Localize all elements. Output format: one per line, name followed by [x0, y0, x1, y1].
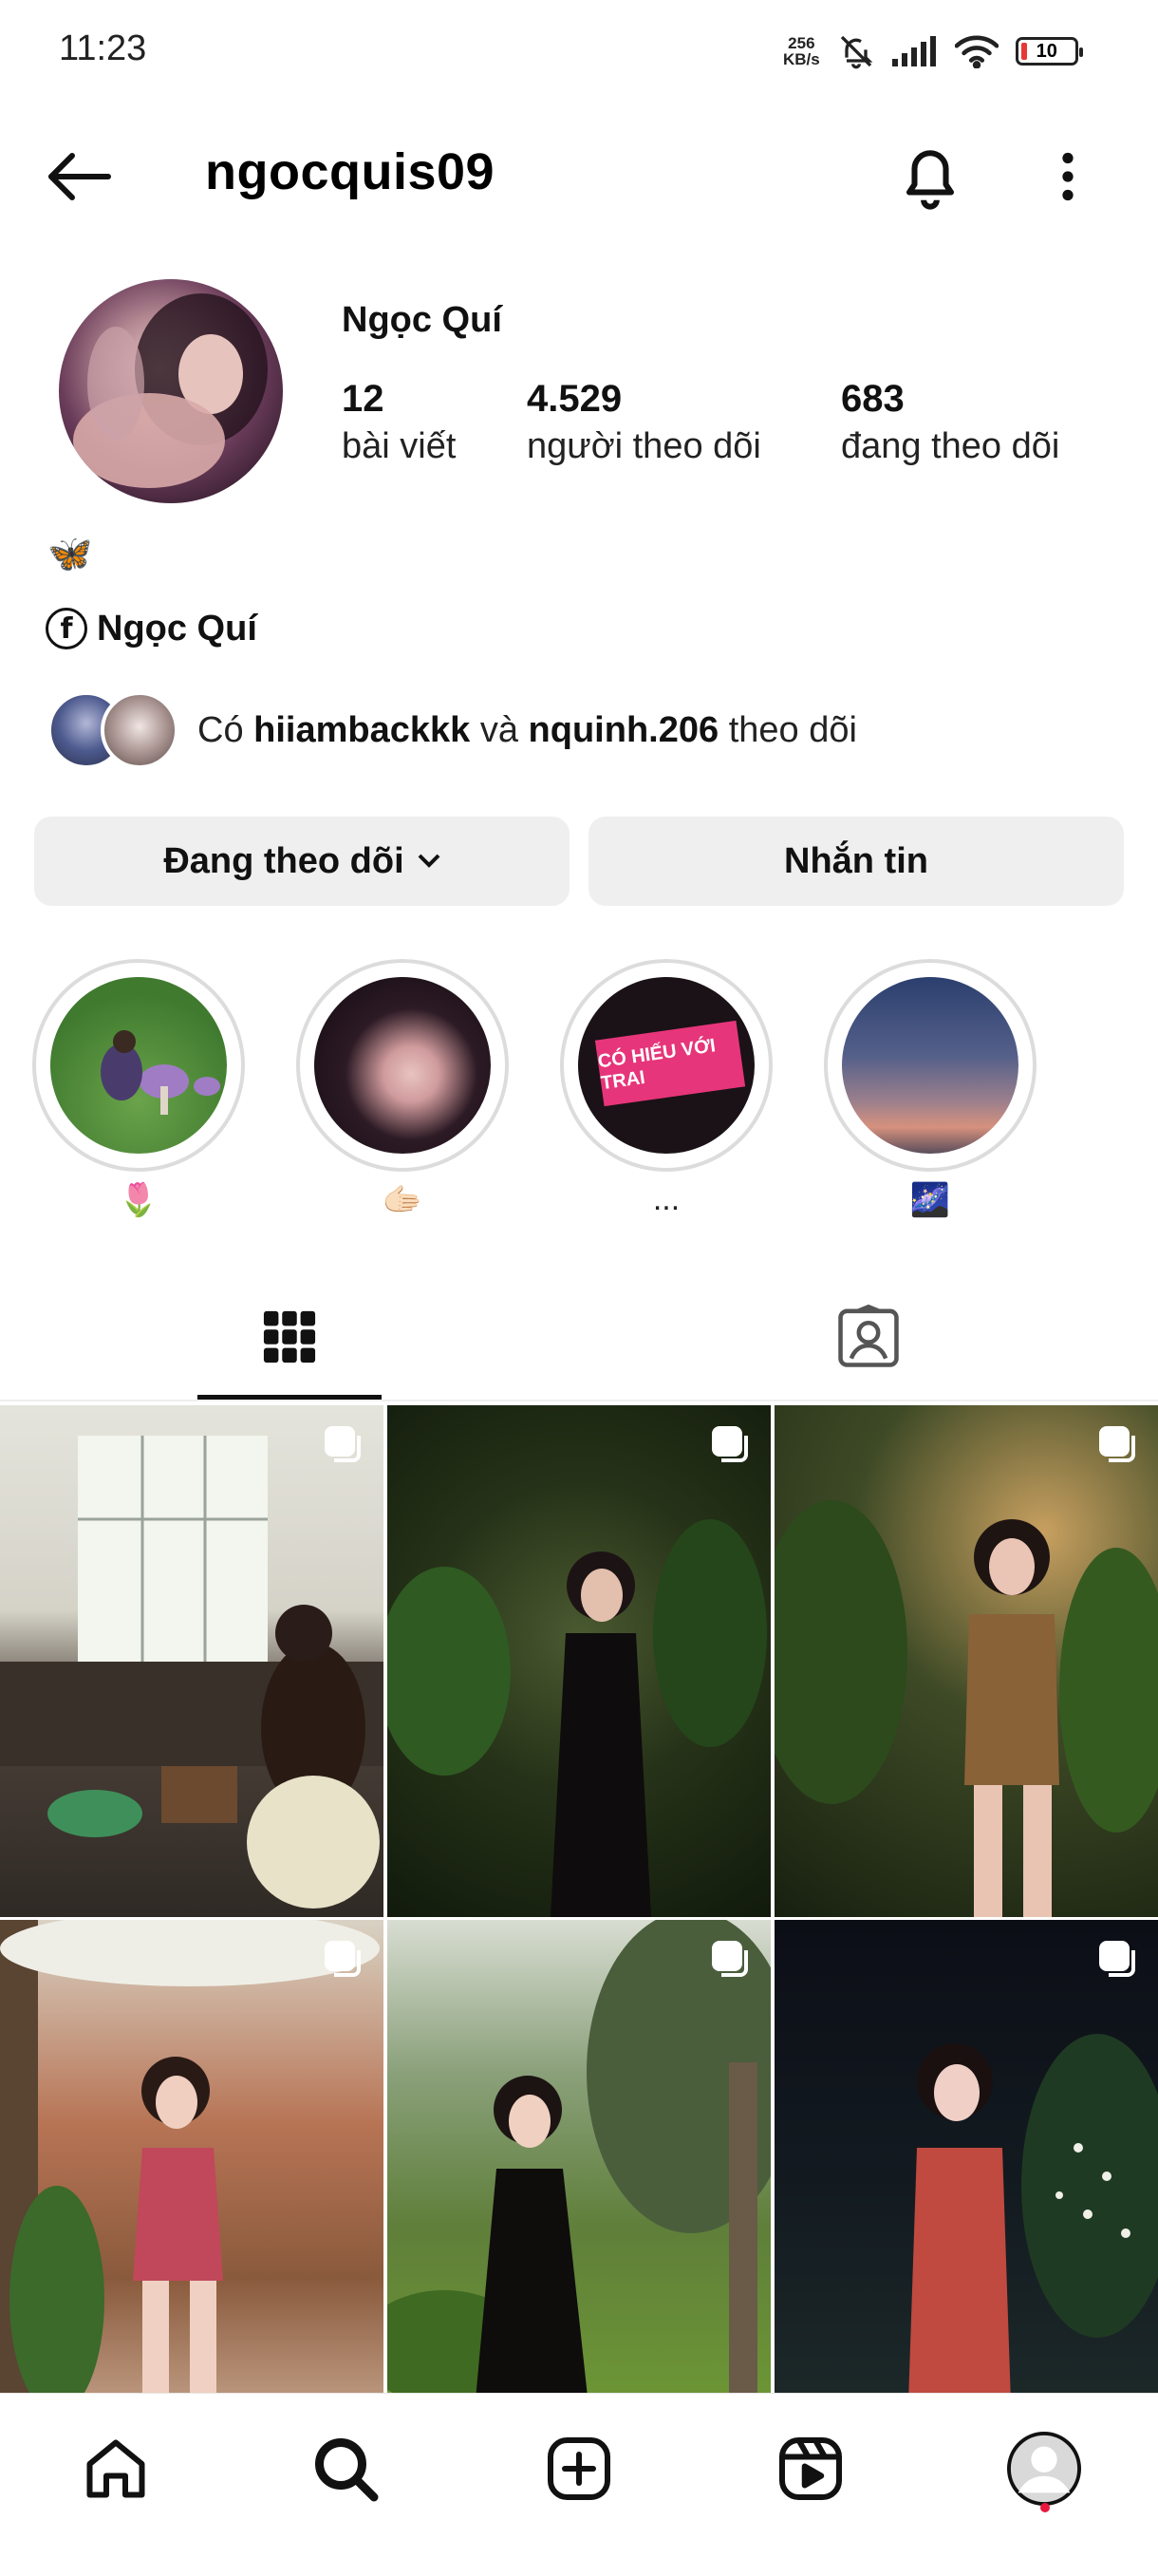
- post-tile-3[interactable]: [775, 1405, 1158, 1917]
- stat-following[interactable]: 683 đang theo dõi: [841, 378, 1059, 467]
- status-icons: 256 KB/s 10: [783, 32, 1083, 70]
- highlight-1-cover: [50, 977, 227, 1154]
- arrow-left-icon: [48, 153, 111, 200]
- tab-posts-grid[interactable]: [237, 1297, 342, 1377]
- home-icon: [86, 2439, 145, 2498]
- highlight-2-label: 🫱🏻: [382, 1182, 423, 1218]
- chevron-down-icon: [418, 854, 440, 868]
- followed-by-user-2[interactable]: nquinh.206: [529, 710, 719, 750]
- profile-avatar-icon: [1007, 2432, 1081, 2506]
- more-options-button[interactable]: [1044, 142, 1092, 211]
- net-speed-unit: KB/s: [783, 50, 820, 68]
- back-button[interactable]: [42, 142, 118, 211]
- create-plus-icon: [548, 2437, 610, 2500]
- wifi-icon: [954, 35, 999, 68]
- highlight-1[interactable]: [32, 959, 245, 1172]
- multi-post-icon: [325, 1426, 361, 1462]
- post-tile-4[interactable]: [0, 1920, 383, 2432]
- highlight-3-cover: CÓ HIẾU VỚI TRAI: [578, 977, 755, 1154]
- signal-icon: [891, 36, 936, 66]
- following-button-label: Đang theo dõi: [163, 840, 404, 881]
- highlight-1-label: 🌷: [118, 1182, 159, 1218]
- post-tile-1[interactable]: [0, 1405, 383, 1917]
- nav-reels[interactable]: [773, 2431, 849, 2507]
- highlight-4[interactable]: [824, 959, 1037, 1172]
- multi-post-icon: [1099, 1426, 1135, 1462]
- stat-following-label: đang theo dõi: [841, 426, 1060, 466]
- profile-avatar[interactable]: [59, 279, 283, 503]
- bio-emoji: 🦋: [47, 535, 93, 574]
- stat-posts-label: bài viết: [342, 426, 457, 466]
- facebook-name: Ngọc Quí: [97, 608, 257, 649]
- facebook-icon: f: [46, 608, 87, 649]
- display-name: Ngọc Quí: [342, 300, 502, 340]
- reels-icon: [779, 2437, 842, 2500]
- profile-username: ngocquis09: [205, 143, 495, 200]
- net-speed: 256 KB/s: [783, 35, 820, 67]
- search-icon: [315, 2438, 379, 2502]
- grid-icon: [263, 1310, 316, 1363]
- stat-following-value: 683: [841, 378, 905, 420]
- followed-by-user-1[interactable]: hiiambackkk: [253, 710, 470, 750]
- nav-home[interactable]: [78, 2431, 154, 2507]
- multi-post-icon: [325, 1941, 361, 1977]
- tab-tagged[interactable]: [816, 1297, 921, 1377]
- highlight-3-sign-text: CÓ HIẾU VỚI TRAI: [596, 1035, 718, 1095]
- active-tab-indicator: [197, 1395, 382, 1400]
- battery-icon: 10: [1015, 37, 1083, 66]
- stat-posts-value: 12: [342, 378, 384, 420]
- highlight-2[interactable]: [296, 959, 509, 1172]
- post-tile-5[interactable]: [387, 1920, 771, 2432]
- followed-by-conj: và: [479, 709, 518, 750]
- highlight-4-label: 🌌: [909, 1182, 951, 1218]
- stat-followers[interactable]: 4.529 người theo dõi: [527, 378, 761, 467]
- nav-search[interactable]: [308, 2431, 383, 2507]
- nav-profile[interactable]: [1006, 2431, 1082, 2507]
- more-vertical-icon: [1062, 152, 1074, 201]
- following-button[interactable]: Đang theo dõi: [34, 817, 570, 906]
- notification-dot: [1040, 2503, 1050, 2512]
- status-time: 11:23: [59, 28, 147, 68]
- follower-avatar-2: [101, 691, 178, 769]
- multi-post-icon: [1099, 1941, 1135, 1977]
- stat-followers-value: 4.529: [527, 378, 623, 420]
- highlight-3[interactable]: CÓ HIẾU VỚI TRAI: [560, 959, 773, 1172]
- tab-divider: [0, 1400, 1158, 1401]
- message-button[interactable]: Nhắn tin: [588, 817, 1124, 906]
- multi-post-icon: [712, 1941, 748, 1977]
- stat-followers-label: người theo dõi: [527, 426, 761, 466]
- highlight-4-cover: [842, 977, 1018, 1154]
- stat-posts[interactable]: 12 bài viết: [342, 378, 456, 467]
- followed-by-prefix: Có: [197, 709, 244, 750]
- bell-muted-icon: [840, 35, 873, 69]
- followed-by-text: Có hiiambackkk và nquinh.206 theo dõi: [197, 710, 857, 751]
- notifications-button[interactable]: [894, 139, 966, 215]
- message-button-label: Nhắn tin: [784, 840, 928, 881]
- post-tile-2[interactable]: [387, 1405, 771, 1917]
- tagged-person-icon: [838, 1305, 899, 1367]
- bell-icon: [906, 150, 955, 210]
- post-tile-6[interactable]: [775, 1920, 1158, 2432]
- highlight-2-cover: [314, 977, 491, 1154]
- followed-by-row[interactable]: Có hiiambackkk và nquinh.206 theo dõi: [47, 691, 857, 769]
- followed-by-suffix: theo dõi: [728, 709, 857, 750]
- multi-post-icon: [712, 1426, 748, 1462]
- battery-level: 10: [1036, 40, 1057, 62]
- nav-create[interactable]: [541, 2431, 617, 2507]
- net-speed-value: 256: [788, 34, 815, 52]
- highlight-3-label: ...: [652, 1181, 681, 1217]
- facebook-link[interactable]: f Ngọc Quí: [46, 608, 257, 649]
